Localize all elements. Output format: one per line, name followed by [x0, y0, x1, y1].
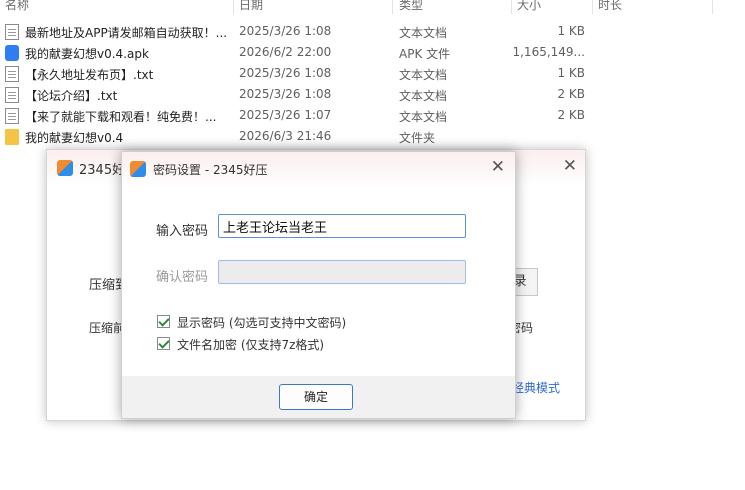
file-row[interactable]: 【论坛介绍】.txt 2025/3/26 1:08 文本文档 2 KB: [0, 84, 620, 105]
file-size: 2 KB: [557, 87, 585, 101]
file-type: 文本文档: [399, 89, 448, 103]
column-duration[interactable]: 时长: [598, 0, 622, 13]
column-divider[interactable]: [712, 0, 713, 14]
file-row[interactable]: 【永久地址发布页】.txt 2025/3/26 1:08 文本文档 1 KB: [0, 63, 620, 84]
file-size: 1 KB: [557, 24, 585, 38]
column-divider[interactable]: [233, 0, 234, 14]
close-icon[interactable]: ✕: [563, 156, 577, 176]
file-name: 【永久地址发布页】.txt: [25, 68, 154, 82]
confirm-password-label: 确认密码: [156, 270, 209, 285]
file-row[interactable]: 我的献妻幻想v0.4.apk 2026/6/2 22:00 APK 文件 1,1…: [0, 42, 620, 63]
file-date: 2025/3/26 1:08: [239, 66, 332, 80]
column-header: 名称 日期 类型 大小 时长: [0, 0, 745, 14]
text-file-icon: [5, 24, 19, 40]
file-date: 2025/3/26 1:08: [239, 24, 332, 38]
confirm-password-input[interactable]: [218, 260, 466, 284]
file-date: 2025/3/26 1:07: [239, 108, 332, 122]
file-size: 2 KB: [557, 108, 585, 122]
close-icon[interactable]: ✕: [491, 157, 505, 177]
column-divider[interactable]: [392, 0, 393, 14]
password-input[interactable]: [218, 214, 466, 238]
app-logo-icon: [57, 160, 73, 176]
encrypt-filenames-label: 文件名加密 (仅支持7z格式): [177, 338, 325, 352]
compress-window-title: 2345好: [79, 163, 126, 178]
file-type: 文本文档: [399, 110, 448, 124]
password-label: 输入密码: [156, 224, 209, 239]
column-size[interactable]: 大小: [517, 0, 541, 13]
file-row[interactable]: 最新地址及APP请发邮箱自动获取！... 2025/3/26 1:08 文本文档…: [0, 21, 620, 42]
apk-file-icon: [5, 45, 19, 61]
file-date: 2026/6/3 21:46: [239, 129, 332, 143]
column-divider[interactable]: [592, 0, 593, 14]
app-logo-icon: [130, 161, 146, 177]
file-size: 1 KB: [557, 66, 585, 80]
column-type[interactable]: 类型: [399, 0, 423, 13]
dialog-footer: 确定: [122, 376, 515, 418]
column-date[interactable]: 日期: [239, 0, 263, 13]
file-name: 【论坛介绍】.txt: [25, 89, 118, 103]
file-type: 文件夹: [399, 131, 436, 145]
dialog-title: 密码设置 - 2345好压: [153, 163, 268, 177]
password-dialog: 密码设置 - 2345好压 ✕ 输入密码 确认密码 显示密码 (勾选可支持中文密…: [121, 151, 516, 419]
show-password-checkbox[interactable]: [157, 315, 170, 328]
dialog-titlebar[interactable]: 密码设置 - 2345好压 ✕: [122, 152, 515, 188]
show-password-label: 显示密码 (勾选可支持中文密码): [177, 316, 347, 330]
file-row[interactable]: 【来了就能下载和观看！纯免费！... 2025/3/26 1:07 文本文档 2…: [0, 105, 620, 126]
folder-icon: [5, 129, 19, 145]
file-row[interactable]: 我的献妻幻想v0.4 2026/6/3 21:46 文件夹: [0, 126, 620, 147]
file-name: 我的献妻幻想v0.4: [25, 131, 124, 145]
file-type: 文本文档: [399, 68, 448, 82]
column-name[interactable]: 名称: [5, 0, 29, 13]
file-date: 2025/3/26 1:08: [239, 87, 332, 101]
file-date: 2026/6/2 22:00: [239, 45, 332, 59]
ok-button[interactable]: 确定: [279, 384, 353, 410]
text-file-icon: [5, 87, 19, 103]
file-size: 1,165,149...: [512, 45, 585, 59]
compress-before-label: 压缩前: [89, 321, 126, 335]
encrypt-filenames-checkbox[interactable]: [157, 337, 170, 350]
classic-mode-link[interactable]: 经典模式: [512, 379, 560, 396]
file-type: 文本文档: [399, 26, 448, 40]
file-name: 【来了就能下载和观看！纯免费！...: [25, 110, 217, 124]
file-name: 我的献妻幻想v0.4.apk: [25, 47, 149, 61]
text-file-icon: [5, 108, 19, 124]
file-name: 最新地址及APP请发邮箱自动获取！...: [25, 26, 228, 40]
text-file-icon: [5, 66, 19, 82]
file-type: APK 文件: [399, 47, 451, 61]
column-divider[interactable]: [511, 0, 512, 14]
